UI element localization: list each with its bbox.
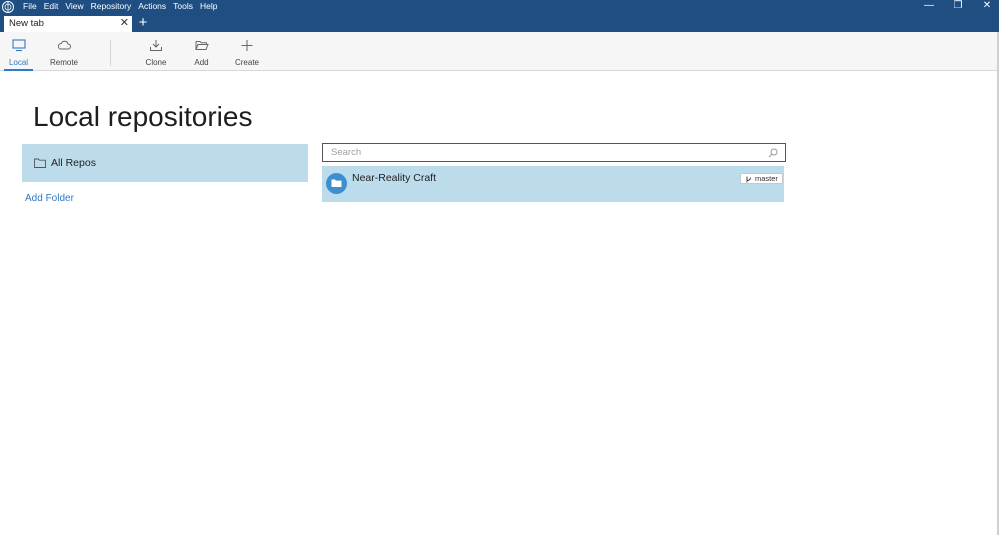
close-window-button[interactable]: ✕ (973, 0, 999, 13)
add-button[interactable]: Add (188, 32, 215, 71)
toolbar: Local Remote Clone Add Create (0, 32, 999, 71)
branch-icon (746, 176, 751, 183)
add-label: Add (194, 58, 209, 67)
menu-view[interactable]: View (65, 0, 83, 13)
local-label: Local (8, 58, 29, 67)
menu-help[interactable]: Help (200, 0, 217, 13)
menu-tools[interactable]: Tools (173, 0, 193, 13)
local-button[interactable]: Local (4, 32, 33, 71)
search-input[interactable] (331, 146, 751, 159)
sidebar-item-all-repos[interactable]: All Repos (22, 144, 308, 182)
tab-close-icon[interactable]: ✕ (120, 17, 129, 30)
download-icon (150, 40, 162, 51)
restore-button[interactable]: ❐ (944, 0, 972, 13)
menu-bar: File Edit View Repository Actions Tools … (23, 0, 224, 13)
search-icon[interactable] (768, 148, 778, 158)
create-button[interactable]: Create (231, 32, 263, 71)
app-logo-icon[interactable] (1, 0, 15, 14)
clone-label: Clone (145, 58, 167, 67)
tab-label: New tab (9, 18, 44, 29)
page-title: Local repositories (33, 101, 253, 132)
branch-label: master (755, 174, 778, 183)
search-box (322, 143, 786, 162)
menu-repository[interactable]: Repository (91, 0, 132, 13)
new-tab-button[interactable]: + (136, 15, 150, 31)
sidebar-item-label: All Repos (51, 157, 96, 169)
folder-icon (34, 158, 46, 168)
create-label: Create (234, 58, 259, 67)
folder-icon (331, 179, 342, 187)
remote-label: Remote (49, 58, 78, 67)
add-folder-link[interactable]: Add Folder (25, 192, 74, 205)
repo-name: Near-Reality Craft (352, 172, 437, 184)
monitor-icon (11, 39, 26, 52)
remote-button[interactable]: Remote (46, 32, 82, 71)
tab-new-tab[interactable]: New tab ✕ (4, 16, 132, 32)
repo-avatar (326, 173, 347, 194)
plus-icon (241, 40, 253, 51)
minimize-button[interactable]: — (915, 0, 943, 13)
menu-actions[interactable]: Actions (138, 0, 166, 13)
title-bar: File Edit View Repository Actions Tools … (0, 0, 999, 32)
menu-edit[interactable]: Edit (44, 0, 59, 13)
toolbar-separator (110, 40, 111, 66)
menu-file[interactable]: File (23, 0, 37, 13)
cloud-icon (57, 40, 71, 50)
clone-button[interactable]: Clone (140, 32, 172, 71)
branch-badge: master (740, 173, 783, 184)
folder-open-icon (195, 41, 209, 50)
repo-list-item[interactable]: Near-Reality Craft master (322, 166, 784, 202)
